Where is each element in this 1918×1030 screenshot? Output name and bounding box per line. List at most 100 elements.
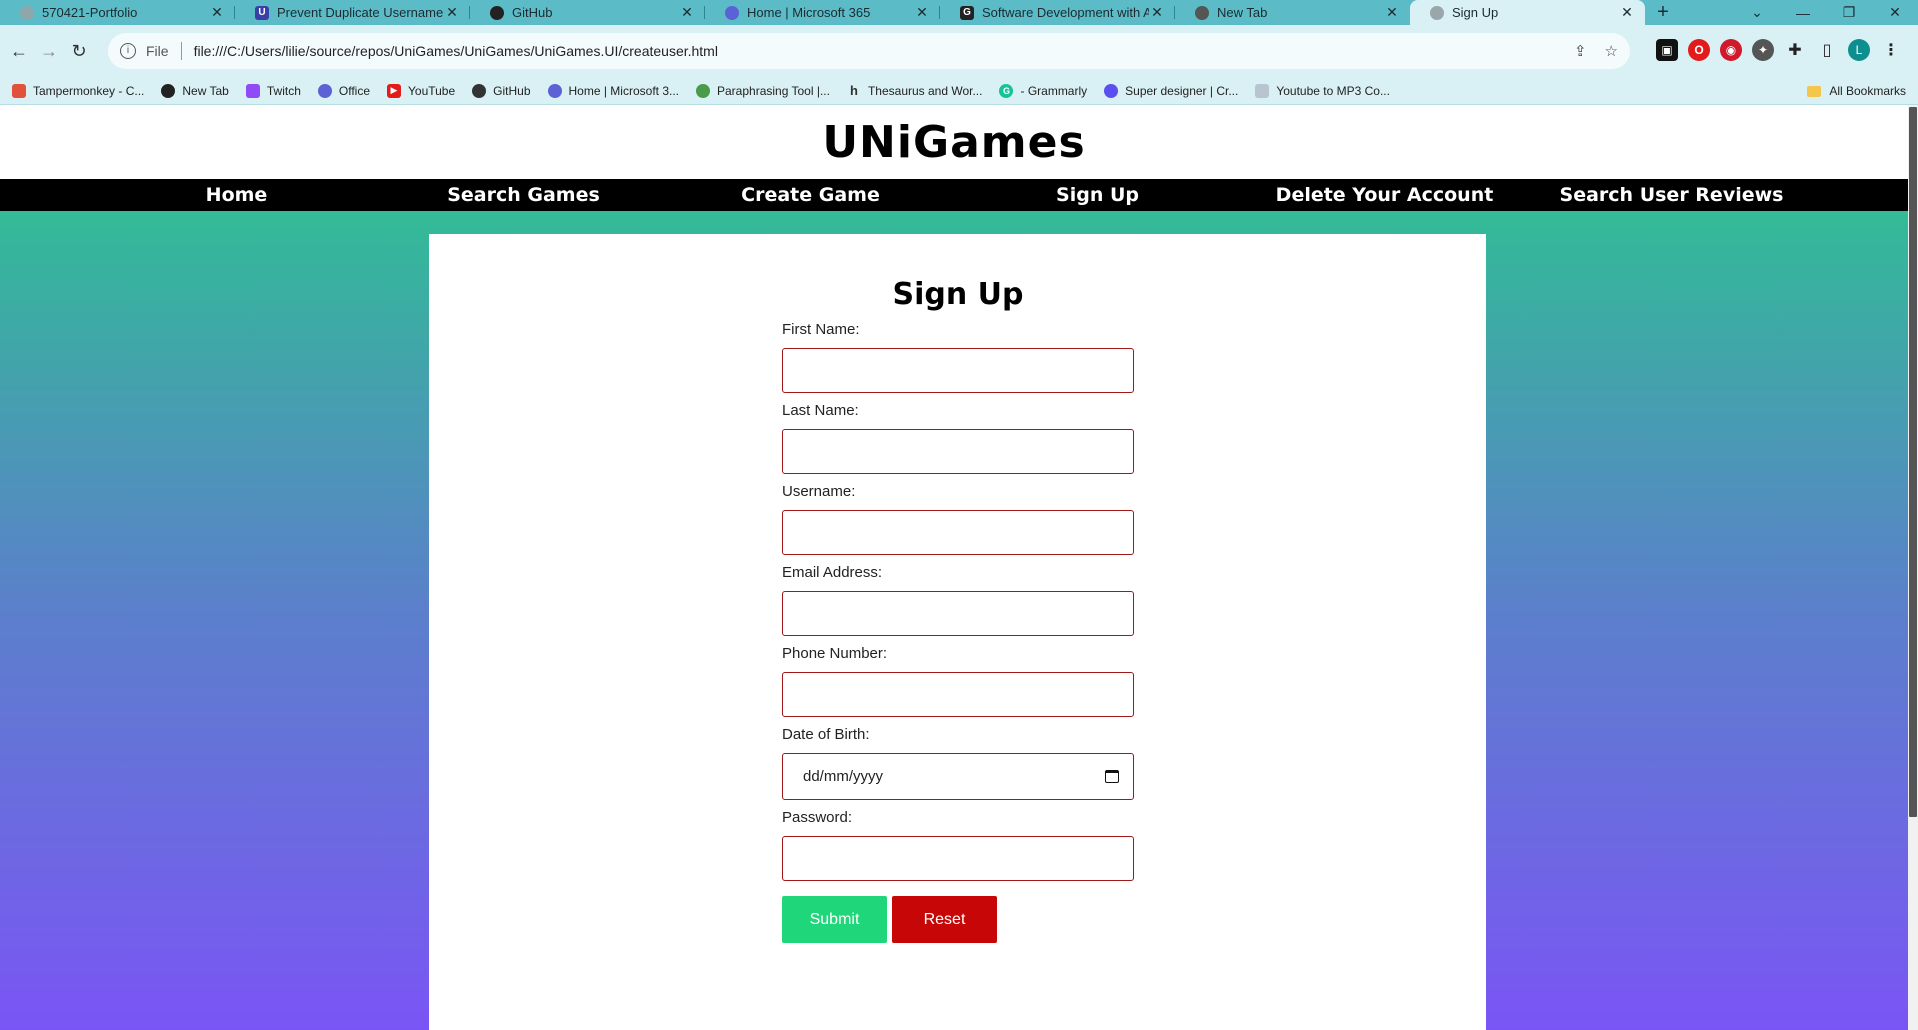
- bookmark-item[interactable]: Office: [317, 83, 370, 98]
- address-url[interactable]: file:///C:/Users/lilie/source/repos/UniG…: [194, 43, 718, 59]
- menu-icon[interactable]: ⋮: [1880, 39, 1902, 61]
- bookmark-item[interactable]: ▶ YouTube: [387, 83, 455, 98]
- extension-icon[interactable]: ◉: [1720, 39, 1742, 61]
- bookmark-item[interactable]: Tampermonkey - C...: [12, 83, 144, 98]
- superdesigner-icon: [1104, 83, 1119, 98]
- puzzle-icon[interactable]: ✚: [1784, 39, 1806, 61]
- scrollbar[interactable]: [1908, 105, 1918, 1030]
- page-viewport: UNiGames Home Search Games Create Game S…: [0, 105, 1908, 1030]
- bookmark-item[interactable]: Home | Microsoft 3...: [547, 83, 679, 98]
- restore-icon[interactable]: ❐: [1826, 4, 1872, 21]
- browser-tab[interactable]: U Prevent Duplicate Username on ✕: [235, 0, 470, 25]
- stackoverflow-icon: U: [255, 5, 269, 20]
- close-icon[interactable]: ✕: [1619, 4, 1635, 21]
- nav-home[interactable]: Home: [93, 184, 380, 206]
- first-name-label: First Name:: [782, 321, 860, 338]
- tab-title: Sign Up: [1452, 5, 1499, 20]
- folder-icon: [1807, 85, 1822, 97]
- close-icon[interactable]: ✕: [444, 4, 460, 21]
- bookmark-item[interactable]: GitHub: [472, 83, 531, 98]
- nav-create-game[interactable]: Create Game: [667, 184, 954, 206]
- close-icon[interactable]: ✕: [1384, 4, 1400, 21]
- office-icon: [317, 83, 332, 98]
- browser-tab[interactable]: GitHub ✕: [470, 0, 705, 25]
- password-label: Password:: [782, 809, 853, 826]
- browser-tab-active[interactable]: Sign Up ✕: [1410, 0, 1645, 25]
- nav-search-user-reviews[interactable]: Search User Reviews: [1528, 184, 1815, 206]
- close-icon[interactable]: ✕: [679, 4, 695, 21]
- nav-delete-account[interactable]: Delete Your Account: [1241, 184, 1528, 206]
- extension-icon[interactable]: O: [1688, 39, 1710, 61]
- browser-toolbar: ← → ↻ i File file:///C:/Users/lilie/sour…: [0, 25, 1918, 77]
- share-icon[interactable]: ⇪: [1574, 42, 1587, 60]
- bookmarks-bar: Tampermonkey - C... New Tab Twitch Offic…: [0, 77, 1918, 105]
- email-field[interactable]: [782, 591, 1134, 636]
- window-controls: ⌄ — ❐ ✕: [1734, 0, 1918, 25]
- phone-label: Phone Number:: [782, 645, 888, 662]
- close-icon[interactable]: ✕: [914, 4, 930, 21]
- microsoft365-icon: [547, 83, 562, 98]
- new-tab-button[interactable]: +: [1645, 0, 1681, 25]
- nav-sign-up[interactable]: Sign Up: [954, 184, 1241, 206]
- back-icon[interactable]: ←: [4, 41, 34, 62]
- all-bookmarks-label: All Bookmarks: [1829, 84, 1906, 98]
- twitch-icon: [245, 83, 260, 98]
- close-icon[interactable]: ✕: [209, 4, 225, 21]
- bookmark-item[interactable]: Super designer | Cr...: [1104, 83, 1238, 98]
- chrome-icon: [1195, 5, 1209, 20]
- last-name-label: Last Name:: [782, 402, 859, 419]
- globe-icon: [1430, 5, 1444, 20]
- username-field[interactable]: [782, 510, 1134, 555]
- dob-field[interactable]: dd/mm/yyyy: [782, 753, 1134, 800]
- form-title: Sign Up: [892, 277, 1024, 312]
- forward-icon[interactable]: →: [34, 41, 64, 62]
- bookmark-label: Twitch: [266, 83, 301, 98]
- tab-title: GitHub: [512, 5, 553, 20]
- extension-icon[interactable]: ✦: [1752, 39, 1774, 61]
- site-nav: Home Search Games Create Game Sign Up De…: [0, 179, 1908, 211]
- minimize-icon[interactable]: —: [1780, 5, 1826, 21]
- github-icon: [490, 5, 504, 20]
- google-icon: G: [960, 5, 974, 20]
- side-panel-icon[interactable]: ▯: [1816, 39, 1838, 61]
- reload-icon[interactable]: ↻: [64, 41, 94, 62]
- divider: [180, 42, 182, 60]
- bookmark-label: Office: [338, 83, 370, 98]
- nav-search-games[interactable]: Search Games: [380, 184, 667, 206]
- tab-search-icon[interactable]: ⌄: [1734, 4, 1780, 21]
- dob-placeholder: dd/mm/yyyy: [803, 768, 884, 785]
- scrollbar-thumb[interactable]: [1909, 107, 1917, 817]
- bookmark-label: Paraphrasing Tool |...: [717, 83, 830, 98]
- reset-button[interactable]: Reset: [892, 896, 997, 943]
- close-icon[interactable]: ✕: [1149, 4, 1165, 21]
- chrome-icon: [161, 83, 176, 98]
- bookmark-item[interactable]: Paraphrasing Tool |...: [696, 83, 830, 98]
- first-name-field[interactable]: [782, 348, 1134, 393]
- browser-tab[interactable]: New Tab ✕: [1175, 0, 1410, 25]
- bookmark-label: GitHub: [493, 83, 531, 98]
- browser-tab[interactable]: 570421-Portfolio ✕: [0, 0, 235, 25]
- last-name-field[interactable]: [782, 429, 1134, 474]
- calendar-icon[interactable]: [1105, 770, 1119, 783]
- bookmark-item[interactable]: h Thesaurus and Wor...: [847, 83, 983, 98]
- site-info-icon[interactable]: i: [120, 43, 136, 59]
- tab-title: Software Development with Ag: [982, 5, 1149, 20]
- bookmark-item[interactable]: New Tab: [161, 83, 229, 98]
- browser-tab[interactable]: G Software Development with Ag ✕: [940, 0, 1175, 25]
- phone-field[interactable]: [782, 672, 1134, 717]
- avatar[interactable]: L: [1848, 39, 1870, 61]
- bookmark-star-icon[interactable]: ☆: [1605, 42, 1618, 60]
- extension-icon[interactable]: ▣: [1656, 39, 1678, 61]
- browser-tab[interactable]: Home | Microsoft 365 ✕: [705, 0, 940, 25]
- address-bar[interactable]: i File file:///C:/Users/lilie/source/rep…: [108, 33, 1630, 69]
- password-field[interactable]: [782, 836, 1134, 881]
- bookmark-label: New Tab: [182, 83, 229, 98]
- all-bookmarks[interactable]: All Bookmarks: [1807, 77, 1906, 105]
- bookmark-item[interactable]: Twitch: [245, 83, 301, 98]
- bookmark-item[interactable]: G - Grammarly: [999, 83, 1088, 98]
- bookmark-label: - Grammarly: [1020, 83, 1088, 98]
- submit-button[interactable]: Submit: [782, 896, 887, 943]
- bookmark-item[interactable]: Youtube to MP3 Co...: [1255, 83, 1390, 98]
- window-close-icon[interactable]: ✕: [1872, 4, 1918, 21]
- bookmark-label: Youtube to MP3 Co...: [1276, 83, 1390, 98]
